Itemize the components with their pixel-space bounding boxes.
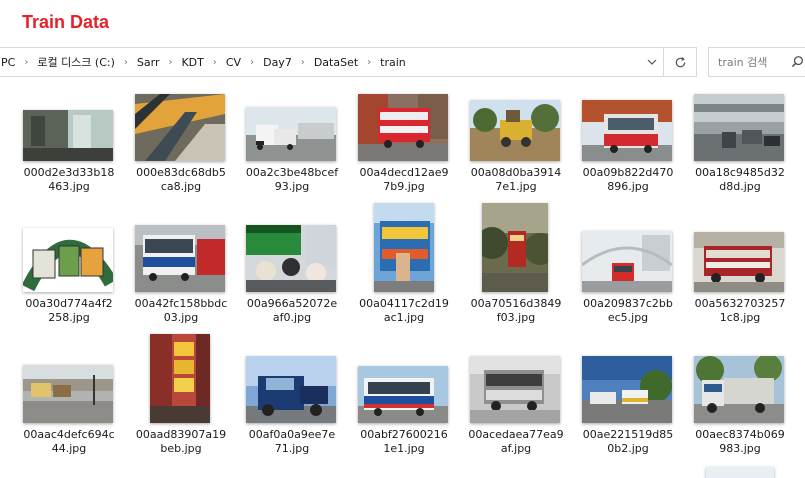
chevron-right-icon[interactable]: ›	[294, 57, 312, 68]
file-thumbnail	[694, 232, 784, 292]
file-item[interactable]: 00aad83907a19 beb.jpg	[125, 334, 237, 456]
file-thumbnail[interactable]	[706, 467, 774, 478]
file-name: 00af0a0a9ee7e 71.jpg	[248, 428, 336, 455]
chevron-right-icon[interactable]: ›	[243, 57, 261, 68]
file-thumbnail	[246, 356, 336, 423]
file-thumbnail	[582, 100, 672, 161]
file-name: 00a42fc158bbdc 03.jpg	[134, 297, 228, 324]
file-name: 00a30d774a4f2 258.jpg	[25, 297, 113, 324]
file-name: 00acedaea77ea9 af.jpg	[468, 428, 564, 455]
file-thumbnail	[23, 228, 113, 292]
file-name: 00a08d0ba3914 7e1.jpg	[470, 166, 562, 193]
file-item[interactable]: 00af0a0a9ee7e 71.jpg	[236, 356, 348, 456]
breadcrumb-item-sarr[interactable]: Sarr	[135, 56, 162, 69]
address-dropdown-button[interactable]	[638, 48, 666, 76]
file-name: 00a209837c2bb ec5.jpg	[583, 297, 673, 324]
file-thumbnail	[358, 94, 448, 161]
chevron-right-icon[interactable]: ›	[117, 57, 135, 68]
file-name: 000e83dc68db5 ca8.jpg	[136, 166, 226, 193]
breadcrumb-item-cv[interactable]: CV	[224, 56, 243, 69]
address-bar[interactable]: PC › 로컬 디스크 (C:) › Sarr › KDT › CV › Day…	[0, 47, 667, 77]
file-name: 00a18c9485d32 d8d.jpg	[695, 166, 785, 193]
file-item[interactable]: 00a42fc158bbdc 03.jpg	[125, 225, 237, 325]
breadcrumb-item-train[interactable]: train	[378, 56, 408, 69]
file-thumbnail	[150, 334, 210, 423]
file-thumbnail	[246, 107, 336, 161]
file-item[interactable]: 00a209837c2bb ec5.jpg	[572, 225, 684, 325]
file-thumbnail	[582, 231, 672, 292]
chevron-right-icon[interactable]: ›	[360, 57, 378, 68]
chevron-down-icon	[647, 59, 657, 65]
refresh-icon	[675, 56, 685, 67]
file-thumbnail	[582, 356, 672, 423]
file-item[interactable]: 00a5632703257 1c8.jpg	[684, 225, 796, 325]
file-name: 00a4decd12ae9 7b9.jpg	[359, 166, 449, 193]
file-thumbnail	[23, 110, 113, 161]
file-name: 000d2e3d33b18 463.jpg	[23, 166, 115, 193]
breadcrumb-item-local-disk[interactable]: 로컬 디스크 (C:)	[35, 54, 117, 70]
file-name: 00aac4defc694c 44.jpg	[23, 428, 115, 455]
file-name: 00a04117c2d19 ac1.jpg	[359, 297, 449, 324]
file-thumbnail	[470, 100, 560, 161]
breadcrumb-item-kdt[interactable]: KDT	[179, 56, 205, 69]
file-grid: 000d2e3d33b18 463.jpg 000e83dc68db5 ca8.jp…	[0, 88, 805, 478]
file-item[interactable]: 00a30d774a4f2 258.jpg	[13, 225, 125, 325]
file-name: 00a70516d3849 f03.jpg	[470, 297, 562, 324]
breadcrumb-item-dataset[interactable]: DataSet	[312, 56, 360, 69]
file-item[interactable]: 00abf27600216 1e1.jpg	[348, 356, 460, 456]
file-name: 00a09b822d470 896.jpg	[582, 166, 674, 193]
file-name: 00abf27600216 1e1.jpg	[360, 428, 448, 455]
file-thumbnail	[374, 203, 434, 292]
file-item[interactable]: 000e83dc68db5 ca8.jpg	[125, 94, 237, 194]
file-item[interactable]: 00a2c3be48bcef 93.jpg	[236, 94, 348, 194]
breadcrumb-item-day7[interactable]: Day7	[261, 56, 294, 69]
file-item[interactable]: 00a966a52072e af0.jpg	[236, 225, 348, 325]
file-item[interactable]: 00aec8374b069 983.jpg	[684, 356, 796, 456]
file-thumbnail	[482, 203, 548, 292]
file-item[interactable]: 00a09b822d470 896.jpg	[572, 94, 684, 194]
file-item[interactable]: 00a08d0ba3914 7e1.jpg	[460, 94, 572, 194]
page-title: Train Data	[22, 12, 110, 32]
chevron-right-icon[interactable]: ›	[161, 57, 179, 68]
search-icon[interactable]	[791, 55, 804, 68]
refresh-button[interactable]	[663, 47, 697, 77]
file-name: 00a966a52072e af0.jpg	[246, 297, 338, 324]
file-thumbnail	[470, 356, 560, 423]
chevron-right-icon[interactable]: ›	[206, 57, 224, 68]
chevron-right-icon[interactable]: ›	[17, 57, 35, 68]
file-name: 00ae221519d85 0b2.jpg	[582, 428, 674, 455]
file-thumbnail	[135, 94, 225, 161]
file-thumbnail	[246, 225, 336, 292]
breadcrumb: PC › 로컬 디스크 (C:) › Sarr › KDT › CV › Day…	[0, 54, 638, 70]
file-name: 00a2c3be48bcef 93.jpg	[245, 166, 339, 193]
file-thumbnail	[23, 365, 113, 423]
file-item[interactable]: 00ae221519d85 0b2.jpg	[572, 356, 684, 456]
file-item[interactable]: 00a4decd12ae9 7b9.jpg	[348, 94, 460, 194]
file-item[interactable]: 00a04117c2d19 ac1.jpg	[348, 203, 460, 325]
file-name: 00aad83907a19 beb.jpg	[135, 428, 227, 455]
file-thumbnail	[694, 94, 784, 161]
breadcrumb-item-pc[interactable]: PC	[0, 56, 17, 69]
file-item[interactable]: 00acedaea77ea9 af.jpg	[460, 356, 572, 456]
file-thumbnail	[135, 225, 225, 292]
file-name: 00a5632703257 1c8.jpg	[694, 297, 786, 324]
file-thumbnail	[358, 366, 448, 423]
file-name: 00aec8374b069 983.jpg	[695, 428, 785, 455]
file-item[interactable]: 00a70516d3849 f03.jpg	[460, 203, 572, 325]
file-item[interactable]: 000d2e3d33b18 463.jpg	[13, 94, 125, 194]
file-thumbnail	[694, 356, 784, 423]
file-item[interactable]: 00a18c9485d32 d8d.jpg	[684, 94, 796, 194]
file-item[interactable]: 00aac4defc694c 44.jpg	[13, 356, 125, 456]
